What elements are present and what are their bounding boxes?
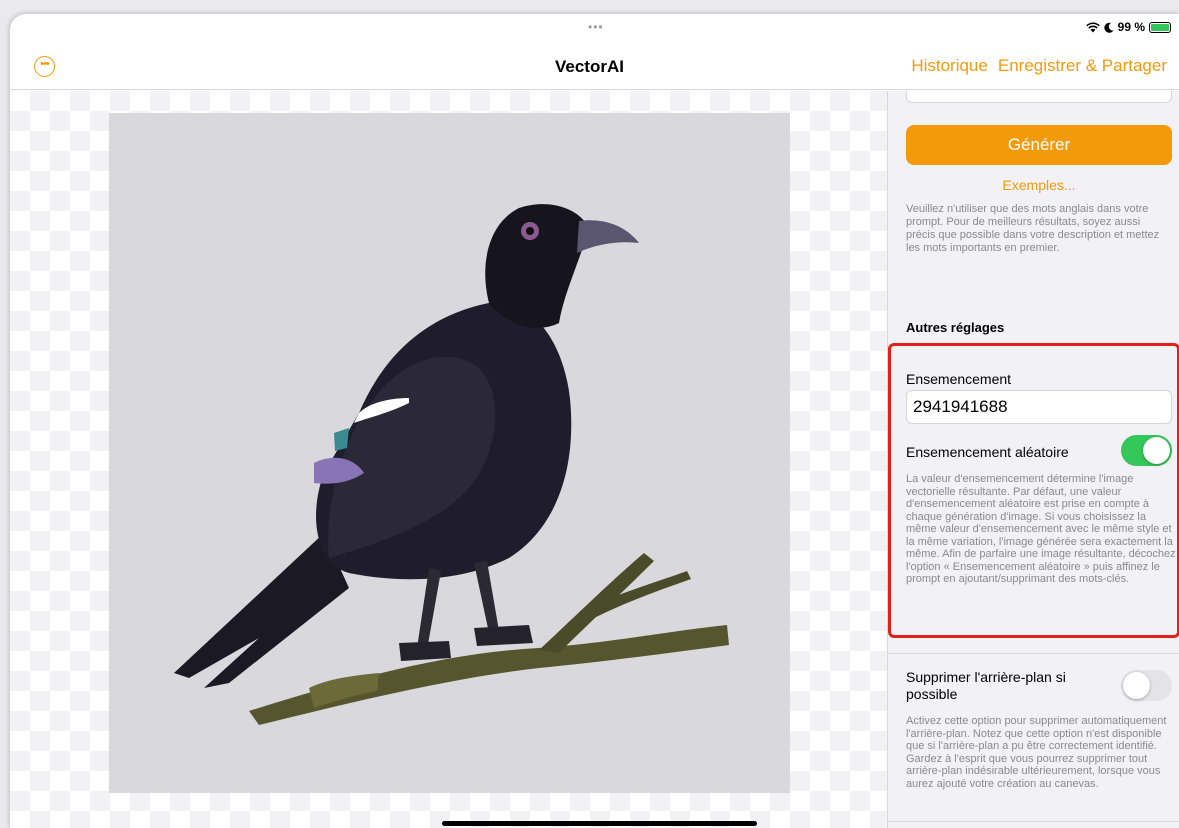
app-window: ••• 99 % ••• VectorAI Historique Enregis…	[10, 14, 1179, 828]
random-seed-toggle[interactable]	[1121, 435, 1172, 466]
save-share-button[interactable]: Enregistrer & Partager	[998, 56, 1167, 76]
multitasking-handle[interactable]: •••	[588, 20, 604, 34]
remove-background-toggle[interactable]	[1121, 670, 1172, 701]
home-indicator[interactable]	[442, 821, 757, 826]
section-divider	[888, 821, 1179, 822]
status-indicators: 99 %	[1085, 20, 1171, 34]
toggle-knob	[1123, 672, 1150, 699]
seed-label: Ensemencement	[906, 371, 1012, 387]
canvas-area[interactable]	[10, 91, 887, 828]
remove-background-description: Activez cette option pour supprimer auto…	[906, 715, 1167, 790]
random-seed-label: Ensemencement aléatoire	[906, 444, 1069, 460]
seed-description: La valeur d'ensemencement détermine l'im…	[906, 473, 1176, 585]
generated-image[interactable]	[109, 113, 790, 793]
history-button[interactable]: Historique	[911, 56, 988, 76]
nav-actions: Historique Enregistrer & Partager	[911, 56, 1167, 76]
prompt-input[interactable]	[906, 91, 1172, 103]
other-settings-title: Autres réglages	[906, 320, 1005, 335]
remove-background-label: Supprimer l'arrière-plan si possible	[906, 669, 1066, 702]
battery-percentage: 99 %	[1117, 20, 1145, 34]
settings-panel[interactable]: Générer Exemples... Veuillez n'utiliser …	[887, 91, 1179, 828]
toggle-knob	[1143, 437, 1170, 464]
crow-illustration	[174, 204, 729, 725]
wifi-icon	[1085, 21, 1100, 32]
generate-button[interactable]: Générer	[906, 125, 1172, 165]
moon-icon	[1103, 22, 1114, 33]
navigation-bar: ••• VectorAI Historique Enregistrer & Pa…	[10, 44, 1179, 90]
status-bar: ••• 99 %	[10, 14, 1179, 44]
seed-field[interactable]	[906, 390, 1172, 424]
prompt-hint: Veuillez n'utiliser que des mots anglais…	[906, 203, 1160, 254]
battery-icon	[1149, 21, 1171, 33]
examples-link[interactable]: Exemples...	[888, 177, 1179, 193]
section-divider	[888, 653, 1179, 654]
